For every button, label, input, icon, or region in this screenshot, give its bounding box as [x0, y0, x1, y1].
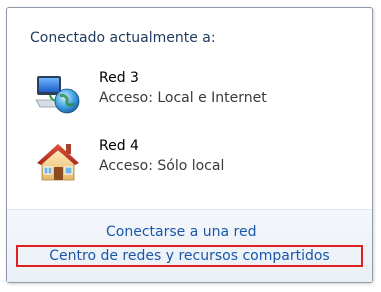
network-access: Acceso: Local e Internet	[99, 90, 267, 106]
network-internet-icon	[34, 70, 82, 118]
network-access: Acceso: Sólo local	[99, 158, 225, 174]
network-sharing-center-label: Centro de redes y recursos compartidos	[49, 248, 330, 264]
connected-header: Conectado actualmente a:	[30, 30, 216, 46]
network-sharing-center-link[interactable]: Centro de redes y recursos compartidos	[16, 245, 363, 267]
network-name: Red 4	[99, 138, 139, 154]
connect-to-network-link[interactable]: Conectarse a una red	[106, 224, 256, 240]
home-network-icon	[34, 138, 82, 186]
network-name: Red 3	[99, 70, 139, 86]
